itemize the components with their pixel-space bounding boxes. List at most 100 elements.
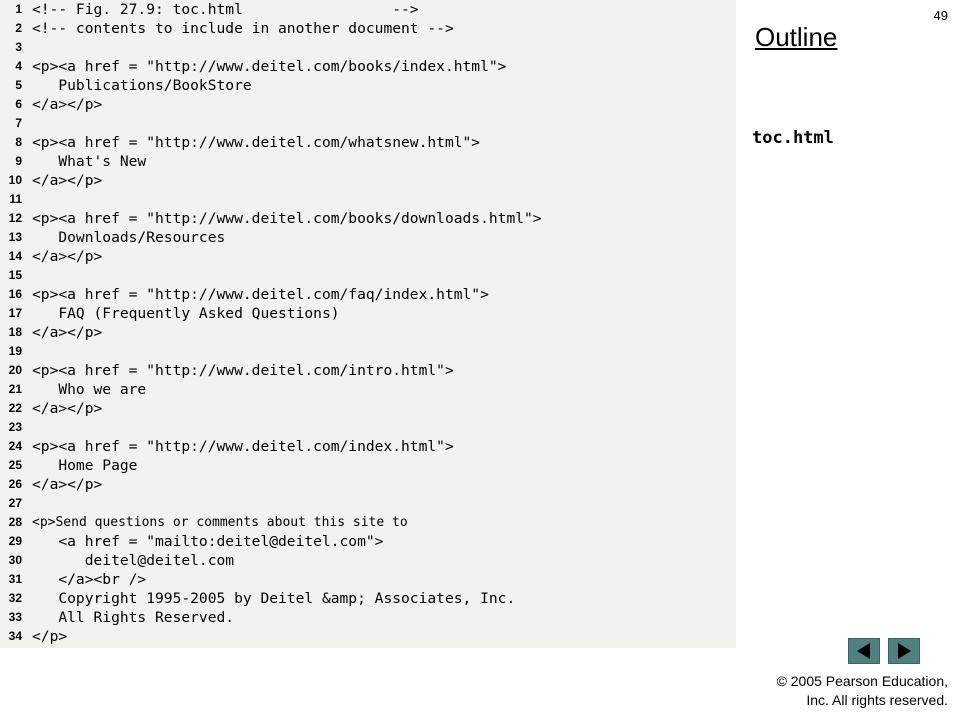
code-text: </a></p> [32,96,103,113]
line-number: 8 [15,135,22,149]
code-text: </p> [32,628,68,645]
code-text: Home Page [32,457,138,474]
code-line: 26 </a></p> [0,475,736,494]
line-number: 4 [15,59,22,73]
code-text: </a></p> [32,476,103,493]
line-number: 34 [8,629,22,643]
triangle-right-icon [898,643,911,659]
code-line: 1 <!-- Fig. 27.9: toc.html --> [0,0,736,19]
code-line: 8 <p><a href = "http://www.deitel.com/wha… [0,133,736,152]
code-line: 11 [0,190,736,209]
line-number: 9 [15,154,22,168]
line-number: 30 [8,553,22,567]
line-number: 27 [8,496,22,510]
line-number: 22 [8,401,22,415]
slide-number: 49 [933,8,948,23]
code-text: Downloads/Resources [32,229,226,246]
code-line: 32 Copyright 1995-2005 by Deitel &amp; A… [0,589,736,608]
next-slide-button[interactable] [888,638,920,664]
code-line: 25 Home Page [0,456,736,475]
line-number: 7 [15,116,22,130]
code-text: </a></p> [32,172,103,189]
code-text: <p><a href = "http://www.deitel.com/book… [32,58,507,75]
code-text: Copyright 1995-2005 by Deitel &amp; Asso… [32,590,516,607]
code-line: 5 Publications/BookStore [0,76,736,95]
code-line: 14 </a></p> [0,247,736,266]
line-number: 10 [8,173,22,187]
code-text: Publications/BookStore [32,77,252,94]
code-text: <p>Send questions or comments about this… [32,515,408,530]
code-line: 13 Downloads/Resources [0,228,736,247]
code-listing: 1 <!-- Fig. 27.9: toc.html --> 2 <!-- cont… [0,0,736,648]
code-line: 10 </a></p> [0,171,736,190]
previous-slide-button[interactable] [848,638,880,664]
code-line: 33 All Rights Reserved. [0,608,736,627]
code-line: 21 Who we are [0,380,736,399]
code-text: All Rights Reserved. [32,609,235,626]
line-number: 2 [15,21,22,35]
line-number: 25 [8,458,22,472]
code-text: <!-- contents to include in another docu… [32,20,454,37]
line-number: 3 [15,40,22,54]
code-text: </a></p> [32,248,103,265]
code-line: 2 <!-- contents to include in another doc… [0,19,736,38]
line-number: 28 [8,515,22,529]
code-text: What's New [32,153,147,170]
line-number: 17 [8,306,22,320]
code-line: 18 </a></p> [0,323,736,342]
line-number: 16 [8,287,22,301]
copyright-notice: © 2005 Pearson Education, Inc. All right… [777,672,948,710]
code-text: <!-- Fig. 27.9: toc.html --> [32,1,419,18]
line-number: 18 [8,325,22,339]
code-line: 7 [0,114,736,133]
code-text: <p><a href = "http://www.deitel.com/book… [32,210,542,227]
line-number: 19 [8,344,22,358]
line-number: 20 [8,363,22,377]
code-line: 12 <p><a href = "http://www.deitel.com/bo… [0,209,736,228]
copyright-line: © 2005 Pearson Education, [776,673,948,689]
code-text: FAQ (Frequently Asked Questions) [32,305,340,322]
line-number: 33 [8,610,22,624]
code-text: deitel@deitel.com [32,552,235,569]
code-line: 17 FAQ (Frequently Asked Questions) [0,304,736,323]
code-line: 15 [0,266,736,285]
code-line: 24 <p><a href = "http://www.deitel.com/in… [0,437,736,456]
code-line: 34 </p> [0,627,736,646]
line-number: 21 [8,382,22,396]
line-number: 26 [8,477,22,491]
code-line: 29 <a href = "mailto:deitel@deitel.com"> [0,532,736,551]
line-number: 24 [8,439,22,453]
code-text: <a href = "mailto:deitel@deitel.com"> [32,533,384,550]
code-line: 28 <p>Send questions or comments about th… [0,513,736,532]
code-line: 27 [0,494,736,513]
code-line: 23 [0,418,736,437]
code-line: 3 [0,38,736,57]
file-label: toc.html [752,128,834,148]
line-number: 13 [8,230,22,244]
code-text: </a></p> [32,324,103,341]
line-number: 1 [15,2,22,16]
code-line: 16 <p><a href = "http://www.deitel.com/fa… [0,285,736,304]
code-line: 22 </a></p> [0,399,736,418]
line-number: 23 [8,420,22,434]
code-text: <p><a href = "http://www.deitel.com/inde… [32,438,454,455]
line-number: 12 [8,211,22,225]
code-text: <p><a href = "http://www.deitel.com/faq/… [32,286,489,303]
outline-title: Outline [755,22,838,52]
code-line: 31 </a><br /> [0,570,736,589]
code-line: 6 </a></p> [0,95,736,114]
code-line: 19 [0,342,736,361]
line-number: 6 [15,97,22,111]
code-text: <p><a href = "http://www.deitel.com/what… [32,134,481,151]
line-number: 31 [8,572,22,586]
line-number: 11 [9,192,22,206]
code-text: <p><a href = "http://www.deitel.com/intr… [32,362,454,379]
line-number: 15 [8,268,22,282]
copyright-line: Inc. All rights reserved. [806,692,948,708]
line-number: 14 [8,249,22,263]
triangle-left-icon [857,643,870,659]
code-line: 20 <p><a href = "http://www.deitel.com/in… [0,361,736,380]
code-text: </a></p> [32,400,103,417]
line-number: 5 [15,78,22,92]
code-line: 4 <p><a href = "http://www.deitel.com/boo… [0,57,736,76]
